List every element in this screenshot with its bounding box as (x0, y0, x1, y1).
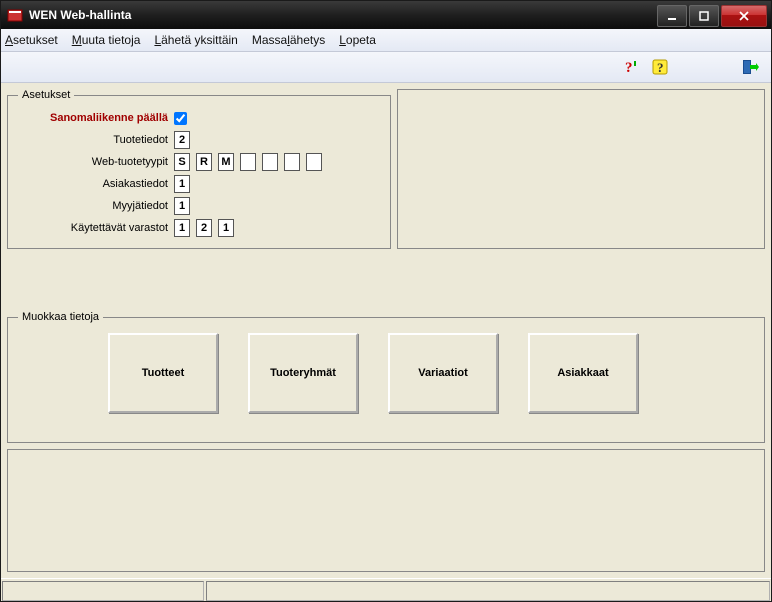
input-web-type-6[interactable] (306, 153, 322, 171)
settings-group: Asetukset Sanomaliikenne päällä Tuotetie… (7, 89, 391, 249)
minimize-button[interactable] (657, 5, 687, 27)
maximize-button[interactable] (689, 5, 719, 27)
input-myyjatiedot[interactable] (174, 197, 190, 215)
help-icon[interactable]: ? (647, 55, 673, 79)
input-web-type-0[interactable] (174, 153, 190, 171)
lower-panel (7, 449, 765, 572)
input-tuotetiedot[interactable] (174, 131, 190, 149)
svg-text:?: ? (625, 60, 633, 76)
app-icon (7, 7, 23, 23)
window-controls (657, 5, 767, 25)
label-sanomaliikenne: Sanomaliikenne päällä (18, 112, 168, 124)
input-web-type-3[interactable] (240, 153, 256, 171)
menu-lopeta[interactable]: Lopeta (339, 33, 376, 47)
menu-massalahetys[interactable]: Massalähetys (252, 33, 325, 47)
menu-laheta-yksittain[interactable]: Lähetä yksittäin (154, 33, 237, 47)
label-web-tuotetyypit: Web-tuotetyypit (18, 156, 168, 168)
label-myyjatiedot: Myyjätiedot (18, 200, 168, 212)
input-varasto-1[interactable] (196, 219, 212, 237)
window-title: WEN Web-hallinta (29, 8, 131, 22)
input-varasto-2[interactable] (218, 219, 234, 237)
settings-legend: Asetukset (18, 89, 74, 101)
button-variaatiot[interactable]: Variaatiot (388, 333, 498, 413)
content-area: Asetukset Sanomaliikenne päällä Tuotetie… (1, 83, 771, 578)
statusbar (1, 578, 771, 601)
label-tuotetiedot: Tuotetiedot (18, 134, 168, 146)
titlebar: WEN Web-hallinta (1, 1, 771, 29)
button-tuotteet[interactable]: Tuotteet (108, 333, 218, 413)
button-asiakkaat[interactable]: Asiakkaat (528, 333, 638, 413)
label-varastot: Käytettävät varastot (18, 222, 168, 234)
status-cell-2 (206, 581, 770, 601)
label-asiakastiedot: Asiakastiedot (18, 178, 168, 190)
close-button[interactable] (721, 5, 767, 27)
menu-asetukset[interactable]: Asetukset (5, 33, 58, 47)
input-web-type-4[interactable] (262, 153, 278, 171)
svg-text:?: ? (657, 60, 664, 75)
input-web-type-1[interactable] (196, 153, 212, 171)
preview-panel (397, 89, 765, 249)
menubar: Asetukset Muuta tietoja Lähetä yksittäin… (1, 29, 771, 52)
edit-legend: Muokkaa tietoja (18, 311, 103, 323)
button-tuoteryhmat[interactable]: Tuoteryhmät (248, 333, 358, 413)
edit-group: Muokkaa tietoja Tuotteet Tuoteryhmät Var… (7, 311, 765, 443)
status-cell-1 (2, 581, 204, 601)
checkbox-sanomaliikenne[interactable] (174, 112, 187, 125)
menu-muuta-tietoja[interactable]: Muuta tietoja (72, 33, 141, 47)
help-question-icon[interactable]: ? (617, 55, 643, 79)
toolbar: ? ? (1, 52, 771, 83)
app-window: WEN Web-hallinta Asetukset Muuta tietoja… (0, 0, 772, 602)
input-web-type-2[interactable] (218, 153, 234, 171)
input-varasto-0[interactable] (174, 219, 190, 237)
exit-icon[interactable] (737, 55, 763, 79)
input-web-type-5[interactable] (284, 153, 300, 171)
input-asiakastiedot[interactable] (174, 175, 190, 193)
